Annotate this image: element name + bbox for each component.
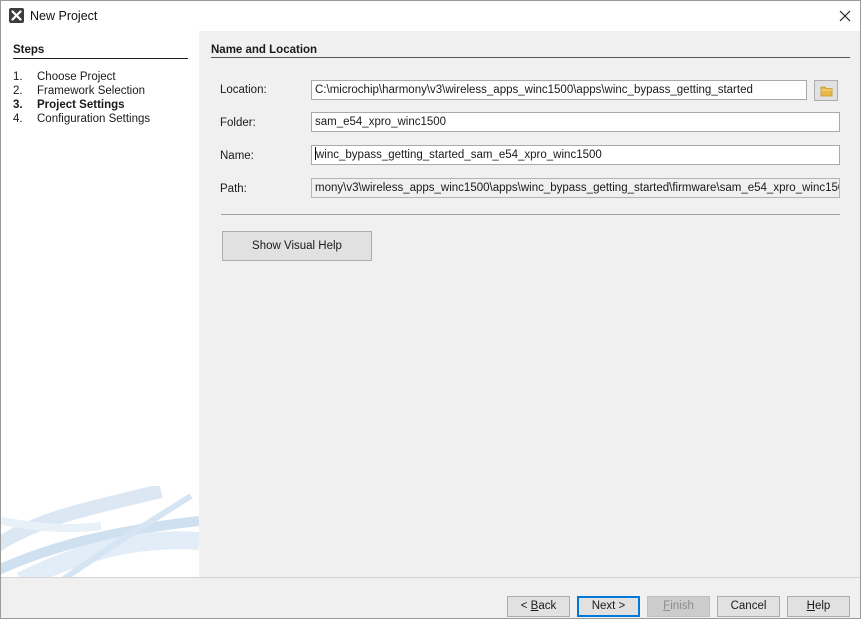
finish-rest: inish	[670, 600, 694, 612]
step-number: 3.	[13, 99, 23, 111]
step-project-settings: 3. Project Settings	[13, 98, 150, 112]
step-label: Configuration Settings	[37, 113, 151, 125]
content-panel: Name and Location Location: C:\microchip…	[199, 31, 860, 577]
steps-list: 1. Choose Project 2. Framework Selection 3…	[13, 70, 150, 126]
steps-divider	[13, 58, 188, 59]
folder-field[interactable]: sam_e54_xpro_winc1500	[311, 112, 840, 132]
window-title: New Project	[30, 9, 98, 23]
name-field-value: winc_bypass_getting_started_sam_e54_xpro…	[316, 149, 602, 161]
path-field[interactable]: mony\v3\wireless_apps_winc1500\apps\winc…	[311, 178, 840, 198]
help-rest: elp	[814, 600, 831, 612]
close-button[interactable]	[832, 4, 858, 28]
title-bar: New Project	[1, 1, 860, 31]
help-mnemonic: H	[806, 600, 815, 612]
folder-icon	[820, 86, 833, 97]
location-label: Location:	[220, 84, 267, 96]
new-project-window: New Project Steps 1. Choose Project 2. Fra…	[0, 0, 861, 619]
step-label: Choose Project	[37, 71, 116, 83]
next-button[interactable]: Next >	[577, 596, 640, 617]
show-visual-help-button[interactable]: Show Visual Help	[222, 231, 372, 261]
steps-panel: Steps 1. Choose Project 2. Framework Selec…	[1, 31, 199, 577]
step-number: 4.	[13, 113, 23, 125]
location-field[interactable]: C:\microchip\harmony\v3\wireless_apps_wi…	[311, 80, 807, 100]
step-configuration-settings: 4. Configuration Settings	[13, 112, 150, 126]
step-number: 1.	[13, 71, 23, 83]
section-title: Name and Location	[211, 44, 318, 56]
footer-divider	[1, 577, 860, 578]
steps-heading: Steps	[13, 44, 45, 56]
new-project-icon	[9, 8, 24, 23]
section-divider	[211, 57, 850, 58]
name-label: Name:	[220, 150, 254, 162]
step-choose-project: 1. Choose Project	[13, 70, 150, 84]
back-button[interactable]: < Back	[507, 596, 570, 617]
browse-location-button[interactable]	[814, 80, 838, 101]
close-icon	[839, 10, 851, 22]
back-prefix: <	[520, 600, 531, 612]
step-number: 2.	[13, 85, 23, 97]
finish-button[interactable]: Finish	[647, 596, 710, 617]
help-button[interactable]: Help	[787, 596, 850, 617]
path-label: Path:	[220, 183, 247, 195]
step-label: Framework Selection	[37, 85, 146, 97]
step-framework-selection: 2. Framework Selection	[13, 84, 150, 98]
cancel-button[interactable]: Cancel	[717, 596, 780, 617]
folder-label: Folder:	[220, 117, 256, 129]
decorative-swoosh	[1, 486, 199, 577]
back-rest: ack	[538, 600, 557, 612]
content-divider	[221, 214, 840, 215]
step-label: Project Settings	[37, 99, 125, 111]
name-field[interactable]: winc_bypass_getting_started_sam_e54_xpro…	[311, 145, 840, 165]
